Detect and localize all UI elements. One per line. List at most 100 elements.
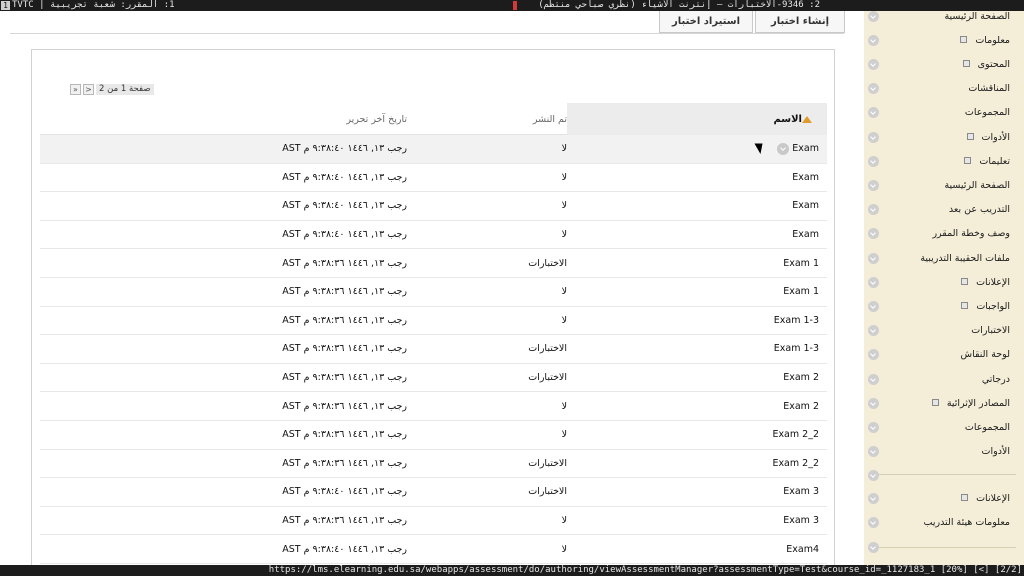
sidebar-item-label[interactable]: الإعلانات bbox=[976, 277, 1010, 288]
test-name[interactable]: Exam bbox=[792, 229, 819, 240]
sidebar-item[interactable]: المصادر الإثرائية bbox=[864, 391, 1010, 415]
test-name[interactable]: Exam 2_2 bbox=[772, 429, 819, 440]
test-name-cell[interactable]: Exam 2 bbox=[783, 392, 819, 420]
test-name-cell[interactable]: Exam 1 bbox=[783, 278, 819, 306]
test-name-cell[interactable]: Exam bbox=[792, 164, 819, 192]
sidebar-item[interactable]: وصف وخطة المقرر bbox=[864, 222, 1010, 246]
sidebar-item[interactable]: الإعلانات bbox=[864, 270, 1010, 294]
create-test-button[interactable]: إنشاء اختبار bbox=[755, 11, 845, 33]
sidebar-item[interactable]: المجموعات bbox=[864, 415, 1010, 439]
chevron-down-icon[interactable] bbox=[868, 228, 879, 240]
column-header-name[interactable]: الاسم bbox=[567, 103, 827, 135]
sidebar-item[interactable]: لوحة النقاش bbox=[864, 343, 1010, 367]
test-name[interactable]: Exam 3 bbox=[783, 515, 819, 526]
test-name-cell[interactable]: Exam 1-3 bbox=[774, 335, 819, 363]
test-name[interactable]: Exam 2 bbox=[783, 401, 819, 412]
sidebar-item[interactable]: الاختبارات bbox=[864, 319, 1010, 343]
options-chevron-icon[interactable] bbox=[777, 142, 790, 155]
next-page-button[interactable]: > bbox=[83, 84, 94, 95]
test-name-cell[interactable]: Exam 3 bbox=[783, 507, 819, 535]
chevron-down-icon[interactable] bbox=[868, 349, 879, 361]
chevron-down-icon[interactable] bbox=[868, 204, 879, 216]
sidebar-item[interactable]: المجموعات bbox=[864, 101, 1010, 125]
test-name-cell[interactable]: Exam 1 bbox=[783, 249, 819, 277]
sidebar-item[interactable]: الأدوات bbox=[864, 125, 1010, 149]
sidebar-item-label[interactable]: الصفحة الرئيسية bbox=[944, 11, 1010, 22]
chevron-down-icon[interactable] bbox=[868, 542, 879, 553]
sidebar-item-label[interactable]: الأدوات bbox=[982, 132, 1010, 143]
chevron-down-icon[interactable] bbox=[868, 155, 879, 167]
chevron-down-icon[interactable] bbox=[868, 83, 879, 95]
sidebar-item-label[interactable]: الإعلانات bbox=[976, 493, 1010, 504]
sidebar-item[interactable]: معلومات bbox=[864, 28, 1010, 52]
sidebar-item-label[interactable]: لوحة النقاش bbox=[961, 349, 1011, 360]
column-header-modified[interactable]: تاريخ آخر تحرير bbox=[207, 103, 407, 135]
table-row[interactable]: Exam 3 لا رجب ١٣, ١٤٤٦ ٩:٣٨:٣٦ م AST bbox=[40, 507, 827, 536]
test-name-cell[interactable]: Exam bbox=[777, 135, 819, 163]
table-row[interactable]: Exam لا رجب ١٣, ١٤٤٦ ٩:٣٨:٤٠ م AST bbox=[40, 192, 827, 221]
test-name-cell[interactable]: Exam 1-3 bbox=[774, 307, 819, 335]
import-test-button[interactable]: استيراد اختبار bbox=[659, 11, 753, 33]
table-row[interactable]: Exam 2 الاختبارات رجب ١٣, ١٤٤٦ ٩:٣٨:٣٦ م A… bbox=[40, 364, 827, 393]
sidebar-item[interactable]: الأدوات bbox=[864, 440, 1010, 464]
sidebar-item-label[interactable]: وصف وخطة المقرر bbox=[932, 228, 1010, 239]
workspace-1-badge[interactable]: 1 bbox=[1, 1, 10, 10]
test-name-cell[interactable]: Exam 2 bbox=[783, 364, 819, 392]
sidebar-item-label[interactable]: الصفحة الرئيسية bbox=[944, 180, 1010, 191]
sidebar-item-label[interactable]: تعليمات bbox=[979, 156, 1010, 167]
chevron-down-icon[interactable] bbox=[868, 373, 879, 385]
window-title-left[interactable]: 1: المقرر: شعبة تجريبية | TVTC bbox=[12, 0, 175, 11]
test-name[interactable]: Exam4 bbox=[786, 544, 819, 555]
chevron-down-icon[interactable] bbox=[868, 34, 879, 46]
chevron-down-icon[interactable] bbox=[868, 131, 879, 143]
test-name[interactable]: Exam bbox=[792, 143, 819, 154]
test-name[interactable]: Exam 1 bbox=[783, 286, 819, 297]
table-row[interactable]: Exam 3 الاختبارات رجب ١٣, ١٤٤٦ ٩:٣٨:٤٠ م A… bbox=[40, 478, 827, 507]
test-name-cell[interactable]: Exam 3 bbox=[783, 478, 819, 506]
table-row[interactable]: Exam 2 لا رجب ١٣, ١٤٤٦ ٩:٣٨:٣٦ م AST bbox=[40, 392, 827, 421]
sidebar-item-label[interactable]: درجاتي bbox=[982, 374, 1010, 385]
sidebar-item-label[interactable]: المصادر الإثرائية bbox=[947, 398, 1010, 409]
sidebar-item[interactable]: الإعلانات bbox=[864, 486, 1010, 510]
sidebar-item-label[interactable]: معلومات هيئة التدريب bbox=[924, 517, 1010, 528]
table-row[interactable]: Exam 1-3 لا رجب ١٣, ١٤٤٦ ٩:٣٨:٣٦ م AST bbox=[40, 307, 827, 336]
chevron-down-icon[interactable] bbox=[868, 107, 879, 119]
sidebar-item[interactable]: الواجبات bbox=[864, 294, 1010, 318]
table-row[interactable]: Exam 2_2 الاختبارات رجب ١٣, ١٤٤٦ ٩:٣٨:٣٦ م… bbox=[40, 450, 827, 479]
table-row[interactable]: Exam 1 لا رجب ١٣, ١٤٤٦ ٩:٣٨:٣٦ م AST bbox=[40, 278, 827, 307]
chevron-down-icon[interactable] bbox=[868, 516, 879, 528]
chevron-down-icon[interactable] bbox=[868, 397, 879, 409]
chevron-down-icon[interactable] bbox=[868, 10, 879, 22]
sidebar-item[interactable]: درجاتي bbox=[864, 367, 1010, 391]
chevron-down-icon[interactable] bbox=[868, 252, 879, 264]
test-name[interactable]: Exam 1-3 bbox=[774, 343, 819, 354]
test-name[interactable]: Exam 3 bbox=[783, 486, 819, 497]
chevron-down-icon[interactable] bbox=[868, 446, 879, 458]
test-name-cell[interactable]: Exam bbox=[792, 221, 819, 249]
table-row[interactable]: Exam4 لا رجب ١٣, ١٤٤٦ ٩:٣٨:٤٠ م AST bbox=[40, 535, 827, 564]
test-name[interactable]: Exam 1-3 bbox=[774, 315, 819, 326]
chevron-down-icon[interactable] bbox=[868, 492, 879, 504]
chevron-down-icon[interactable] bbox=[868, 325, 879, 337]
sidebar-item[interactable]: الصفحة الرئيسية bbox=[864, 173, 1010, 197]
sidebar-item[interactable]: التدريب عن بعد bbox=[864, 198, 1010, 222]
test-name-cell[interactable]: Exam 2_2 bbox=[772, 421, 819, 449]
test-name[interactable]: Exam bbox=[792, 200, 819, 211]
window-title-right[interactable]: 2: 9346-الاختبارات – إنترنت الأشياء (نظر… bbox=[538, 0, 820, 11]
table-row[interactable]: Exam 2_2 لا رجب ١٣, ١٤٤٦ ٩:٣٨:٣٦ م AST bbox=[40, 421, 827, 450]
chevron-down-icon[interactable] bbox=[868, 421, 879, 433]
test-name[interactable]: Exam 1 bbox=[783, 258, 819, 269]
sidebar-item-label[interactable]: الواجبات bbox=[976, 301, 1010, 312]
test-name[interactable]: Exam 2_2 bbox=[772, 458, 819, 469]
sidebar-item[interactable]: الصفحة الرئيسية bbox=[864, 4, 1010, 28]
test-name-cell[interactable]: Exam 2_2 bbox=[772, 450, 819, 478]
table-row[interactable]: Exam 1 الاختبارات رجب ١٣, ١٤٤٦ ٩:٣٨:٣٦ م A… bbox=[40, 249, 827, 278]
sidebar-item-label[interactable]: المجموعات bbox=[965, 422, 1010, 433]
table-row[interactable]: Exam لا رجب ١٣, ١٤٤٦ ٩:٣٨:٤٠ م AST bbox=[40, 221, 827, 250]
sidebar-item-label[interactable]: المناقشات bbox=[968, 83, 1010, 94]
chevron-down-icon[interactable] bbox=[868, 276, 879, 288]
sidebar-item-label[interactable]: الأدوات bbox=[982, 446, 1010, 457]
test-name[interactable]: Exam 2 bbox=[783, 372, 819, 383]
table-row[interactable]: Exam 1-3 الاختبارات رجب ١٣, ١٤٤٦ ٩:٣٨:٣٦ م… bbox=[40, 335, 827, 364]
chevron-down-icon[interactable] bbox=[868, 179, 879, 191]
